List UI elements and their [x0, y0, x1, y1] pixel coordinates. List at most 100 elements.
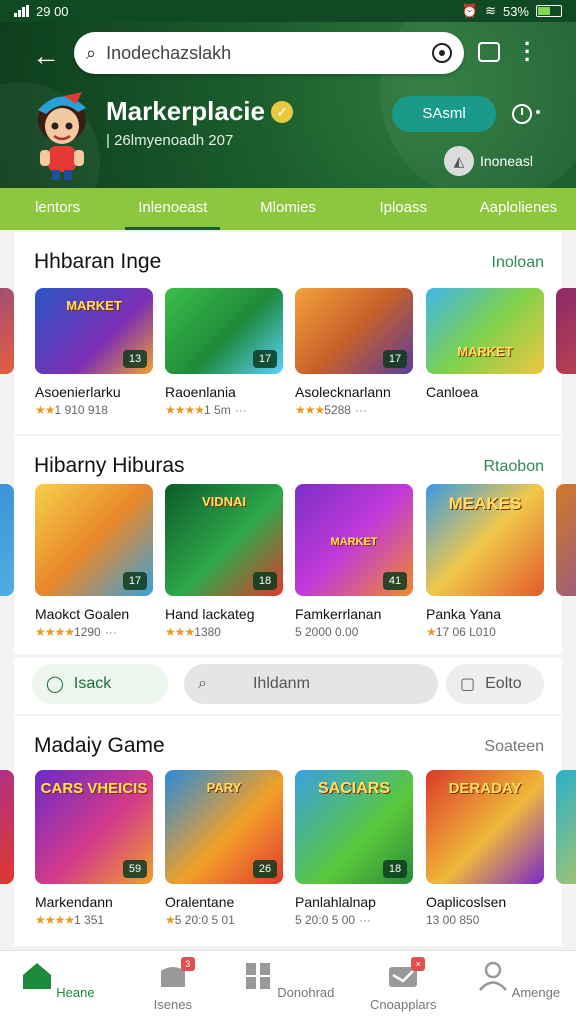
game-card[interactable]: SACIARS 18 Panlahlalnap 5 20:0 5 00 ··· [295, 770, 413, 927]
game-card[interactable]: 17 Raoenlania ★★★★1 5m ··· [165, 288, 283, 417]
game-rating: ★5 20:0 5 01 [165, 913, 235, 927]
game-card[interactable]: 17 Maokct Goalen ★★★★1290 ··· [35, 484, 153, 639]
game-rating: ★★★1380 [165, 625, 221, 639]
game-thumbnail: MARKET [426, 288, 544, 374]
game-rating: ★★1 910 918 [35, 403, 108, 417]
game-name: Asoenierlarku [35, 384, 121, 400]
tab-0[interactable]: lentors [0, 188, 115, 230]
grid-icon [245, 963, 270, 989]
nav-games[interactable]: 3 Isenes [115, 951, 230, 1024]
clipboard-icon: ▢ [460, 676, 476, 693]
section-title: Hibarny Hiburas [34, 454, 185, 477]
tabs-icon[interactable] [478, 42, 500, 62]
nav-apps[interactable]: × Cnoapplars [346, 951, 461, 1024]
battery-percent: 53% [502, 3, 529, 19]
game-thumbnail: 17 [35, 484, 153, 596]
game-name: Hand lackateg [165, 606, 255, 622]
game-thumbnail: SACIARS 18 [295, 770, 413, 884]
partial-card-left[interactable] [0, 770, 14, 884]
partial-card-left[interactable] [0, 484, 14, 596]
store-title: Markerplacie ✓ [106, 96, 293, 127]
game-card[interactable]: VIDNAI 18 Hand lackateg ★★★1380 [165, 484, 283, 639]
verified-badge-icon: ✓ [270, 100, 293, 123]
filter-search-input[interactable]: ⌕ Ihldanm [184, 664, 438, 704]
battery-icon [536, 5, 562, 17]
partial-card-right[interactable] [556, 770, 576, 884]
game-name: Famkerrlanan [295, 606, 382, 622]
status-time: 29 00 [36, 3, 69, 19]
games-icon: 3 [157, 957, 195, 991]
game-card[interactable]: MARKET 41 Famkerrlanan 5 2000 0.00 [295, 484, 413, 639]
record-icon[interactable] [432, 43, 452, 63]
game-card[interactable]: MARKET 13 Asoenierlarku ★★1 910 918 [35, 288, 153, 417]
game-thumbnail: 17 [295, 288, 413, 374]
tab-4[interactable]: Aaplolienes [461, 188, 576, 230]
partial-card-right[interactable] [556, 288, 576, 374]
game-card[interactable]: DERADAY Oaplicoslsen 13 00 850 [426, 770, 544, 927]
header-action-button[interactable]: SAsml [392, 96, 496, 132]
search-icon: ⌕ [86, 42, 97, 63]
store-subtitle: | 26lmyenoadh 207 [106, 132, 234, 149]
game-name: Maokct Goalen [35, 606, 130, 622]
filter-secondary-button[interactable]: ▢ Eolto [446, 664, 544, 704]
nav-downloads[interactable]: Donohrad [230, 951, 345, 1024]
section-1: Hhbaran Inge Inoloan MARKET 13 Asoenierla… [0, 232, 576, 434]
filter-primary-button[interactable]: ◯ Isack [32, 664, 168, 704]
tab-3[interactable]: Iploass [346, 188, 461, 230]
section-title: Madaiy Game [34, 734, 165, 757]
alarm-icon: ⏰ [461, 3, 479, 18]
game-card[interactable]: 17 Asolecknarlann ★★★5288 ··· [295, 288, 413, 417]
category-tabs: lentors Inlenoeast Mlomies Iploass Aaplo… [0, 188, 576, 230]
card-row: 17 Maokct Goalen ★★★★1290 ··· VIDNAI 18 Ha… [0, 484, 576, 639]
game-thumbnail: PARY 26 [165, 770, 283, 884]
more-icon: ··· [104, 625, 117, 639]
search-bar[interactable]: ⌕ Inodechazslakh [74, 32, 464, 74]
wifi-icon: ≋ [485, 3, 496, 18]
section-see-all-link[interactable]: Inoloan [492, 254, 545, 272]
game-card[interactable]: CARS VHEICIS 59 Markendann ★★★★1 351 [35, 770, 153, 927]
more-icon: ··· [359, 913, 372, 927]
game-name: Canloea [426, 384, 479, 400]
game-rating: ★★★★1 5m ··· [165, 403, 247, 417]
game-rating: ★★★★1 351 [35, 913, 105, 927]
partial-card-right[interactable] [556, 484, 576, 596]
game-rating: ★★★★1290 ··· [35, 625, 117, 639]
overflow-dot-icon [536, 110, 540, 114]
more-vert-icon[interactable]: · · · [524, 33, 531, 71]
history-icon[interactable] [512, 104, 532, 124]
user-chip[interactable]: ◭ Inoneasl [444, 146, 533, 176]
game-thumbnail: CARS VHEICIS 59 [35, 770, 153, 884]
card-row: MARKET 13 Asoenierlarku ★★1 910 918 17 Ra… [0, 288, 576, 438]
section-see-all-link[interactable]: Rtaobon [484, 458, 545, 476]
partial-card-left[interactable] [0, 288, 14, 374]
nav-home[interactable]: Heane [0, 951, 115, 1024]
game-name: Panka Yana [426, 606, 501, 622]
game-rating: 5 2000 0.00 [295, 625, 359, 639]
game-card[interactable]: MEAKES Panka Yana ★17 06 L010 [426, 484, 544, 639]
person-icon [478, 961, 507, 991]
game-name: Raoenlania [165, 384, 236, 400]
inbox-icon: × [387, 957, 426, 991]
game-rating: ★★★5288 ··· [295, 403, 367, 417]
search-icon: ⌕ [198, 675, 207, 692]
notification-badge: 3 [180, 957, 195, 971]
game-card[interactable]: MARKET Canloea [426, 288, 544, 400]
signal-icon [14, 5, 29, 17]
search-input[interactable]: Inodechazslakh [106, 43, 432, 64]
status-bar: 29 00 ⏰ ≋ 53% [0, 0, 576, 22]
game-card[interactable]: PARY 26 Oralentane ★5 20:0 5 01 [165, 770, 283, 927]
section-3: Madaiy Game Soateen CARS VHEICIS 59 Marke… [0, 716, 576, 946]
game-thumbnail: MEAKES [426, 484, 544, 596]
game-thumbnail: DERADAY [426, 770, 544, 884]
game-rating: ★17 06 L010 [426, 625, 496, 639]
bottom-nav: Heane 3 Isenes Donohrad × Cnoapplars Ame… [0, 950, 576, 1024]
game-name: Oaplicoslsen [426, 894, 507, 910]
nav-profile[interactable]: Amenge [461, 951, 576, 1024]
game-thumbnail: MARKET 13 [35, 288, 153, 374]
tab-1[interactable]: Inlenoeast [115, 188, 230, 230]
section-title: Hhbaran Inge [34, 250, 162, 273]
section-see-all-link[interactable]: Soateen [484, 738, 544, 756]
notification-badge: × [411, 957, 426, 971]
tab-2[interactable]: Mlomies [230, 188, 345, 230]
back-arrow-icon[interactable]: ← [30, 40, 62, 72]
